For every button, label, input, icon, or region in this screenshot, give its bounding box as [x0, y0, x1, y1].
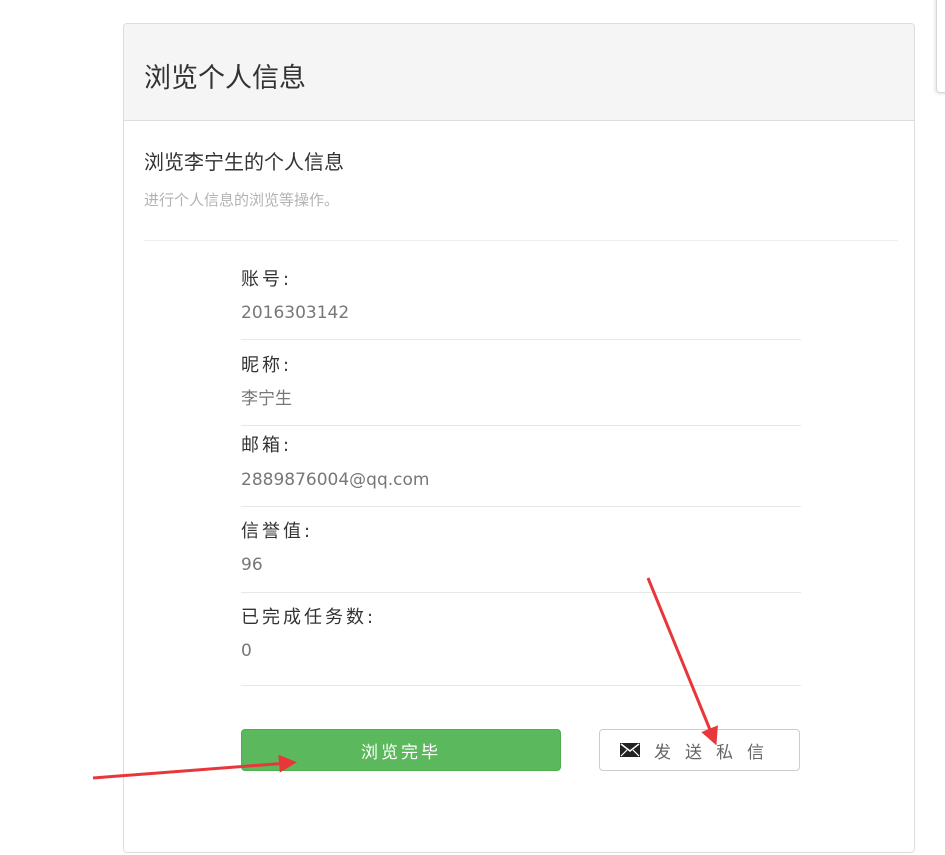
field-label: 邮箱:: [241, 435, 293, 456]
field-value: 李宁生: [241, 389, 292, 409]
section-divider: [144, 240, 898, 241]
field-tasks-completed: 已完成任务数: 0: [241, 593, 801, 686]
profile-panel: 浏览个人信息 浏览李宁生的个人信息 进行个人信息的浏览等操作。 账号: 2016…: [123, 23, 915, 853]
send-message-button[interactable]: 发送私信: [599, 729, 800, 771]
envelope-icon: [620, 742, 640, 758]
field-account: 账号: 2016303142: [241, 254, 801, 340]
section-description: 进行个人信息的浏览等操作。: [144, 191, 340, 209]
page-title: 浏览个人信息: [144, 63, 306, 94]
field-label: 昵称:: [241, 355, 293, 376]
window-corner-frame: [936, 0, 945, 93]
field-credit: 信誉值: 96: [241, 507, 801, 593]
field-label: 账号:: [241, 269, 293, 290]
field-email: 邮箱: 2889876004@qq.com: [241, 426, 801, 507]
done-button[interactable]: 浏览完毕: [241, 729, 561, 771]
field-nickname: 昵称: 李宁生: [241, 340, 801, 426]
section-title: 浏览李宁生的个人信息: [144, 150, 344, 174]
field-label: 信誉值:: [241, 521, 314, 542]
done-button-label: 浏览完毕: [361, 742, 441, 763]
field-value: 2889876004@qq.com: [241, 470, 430, 490]
field-label: 已完成任务数:: [241, 607, 377, 628]
send-message-label: 发送私信: [654, 742, 778, 763]
field-value: 0: [241, 641, 252, 661]
field-value: 96: [241, 555, 263, 575]
field-value: 2016303142: [241, 303, 350, 323]
